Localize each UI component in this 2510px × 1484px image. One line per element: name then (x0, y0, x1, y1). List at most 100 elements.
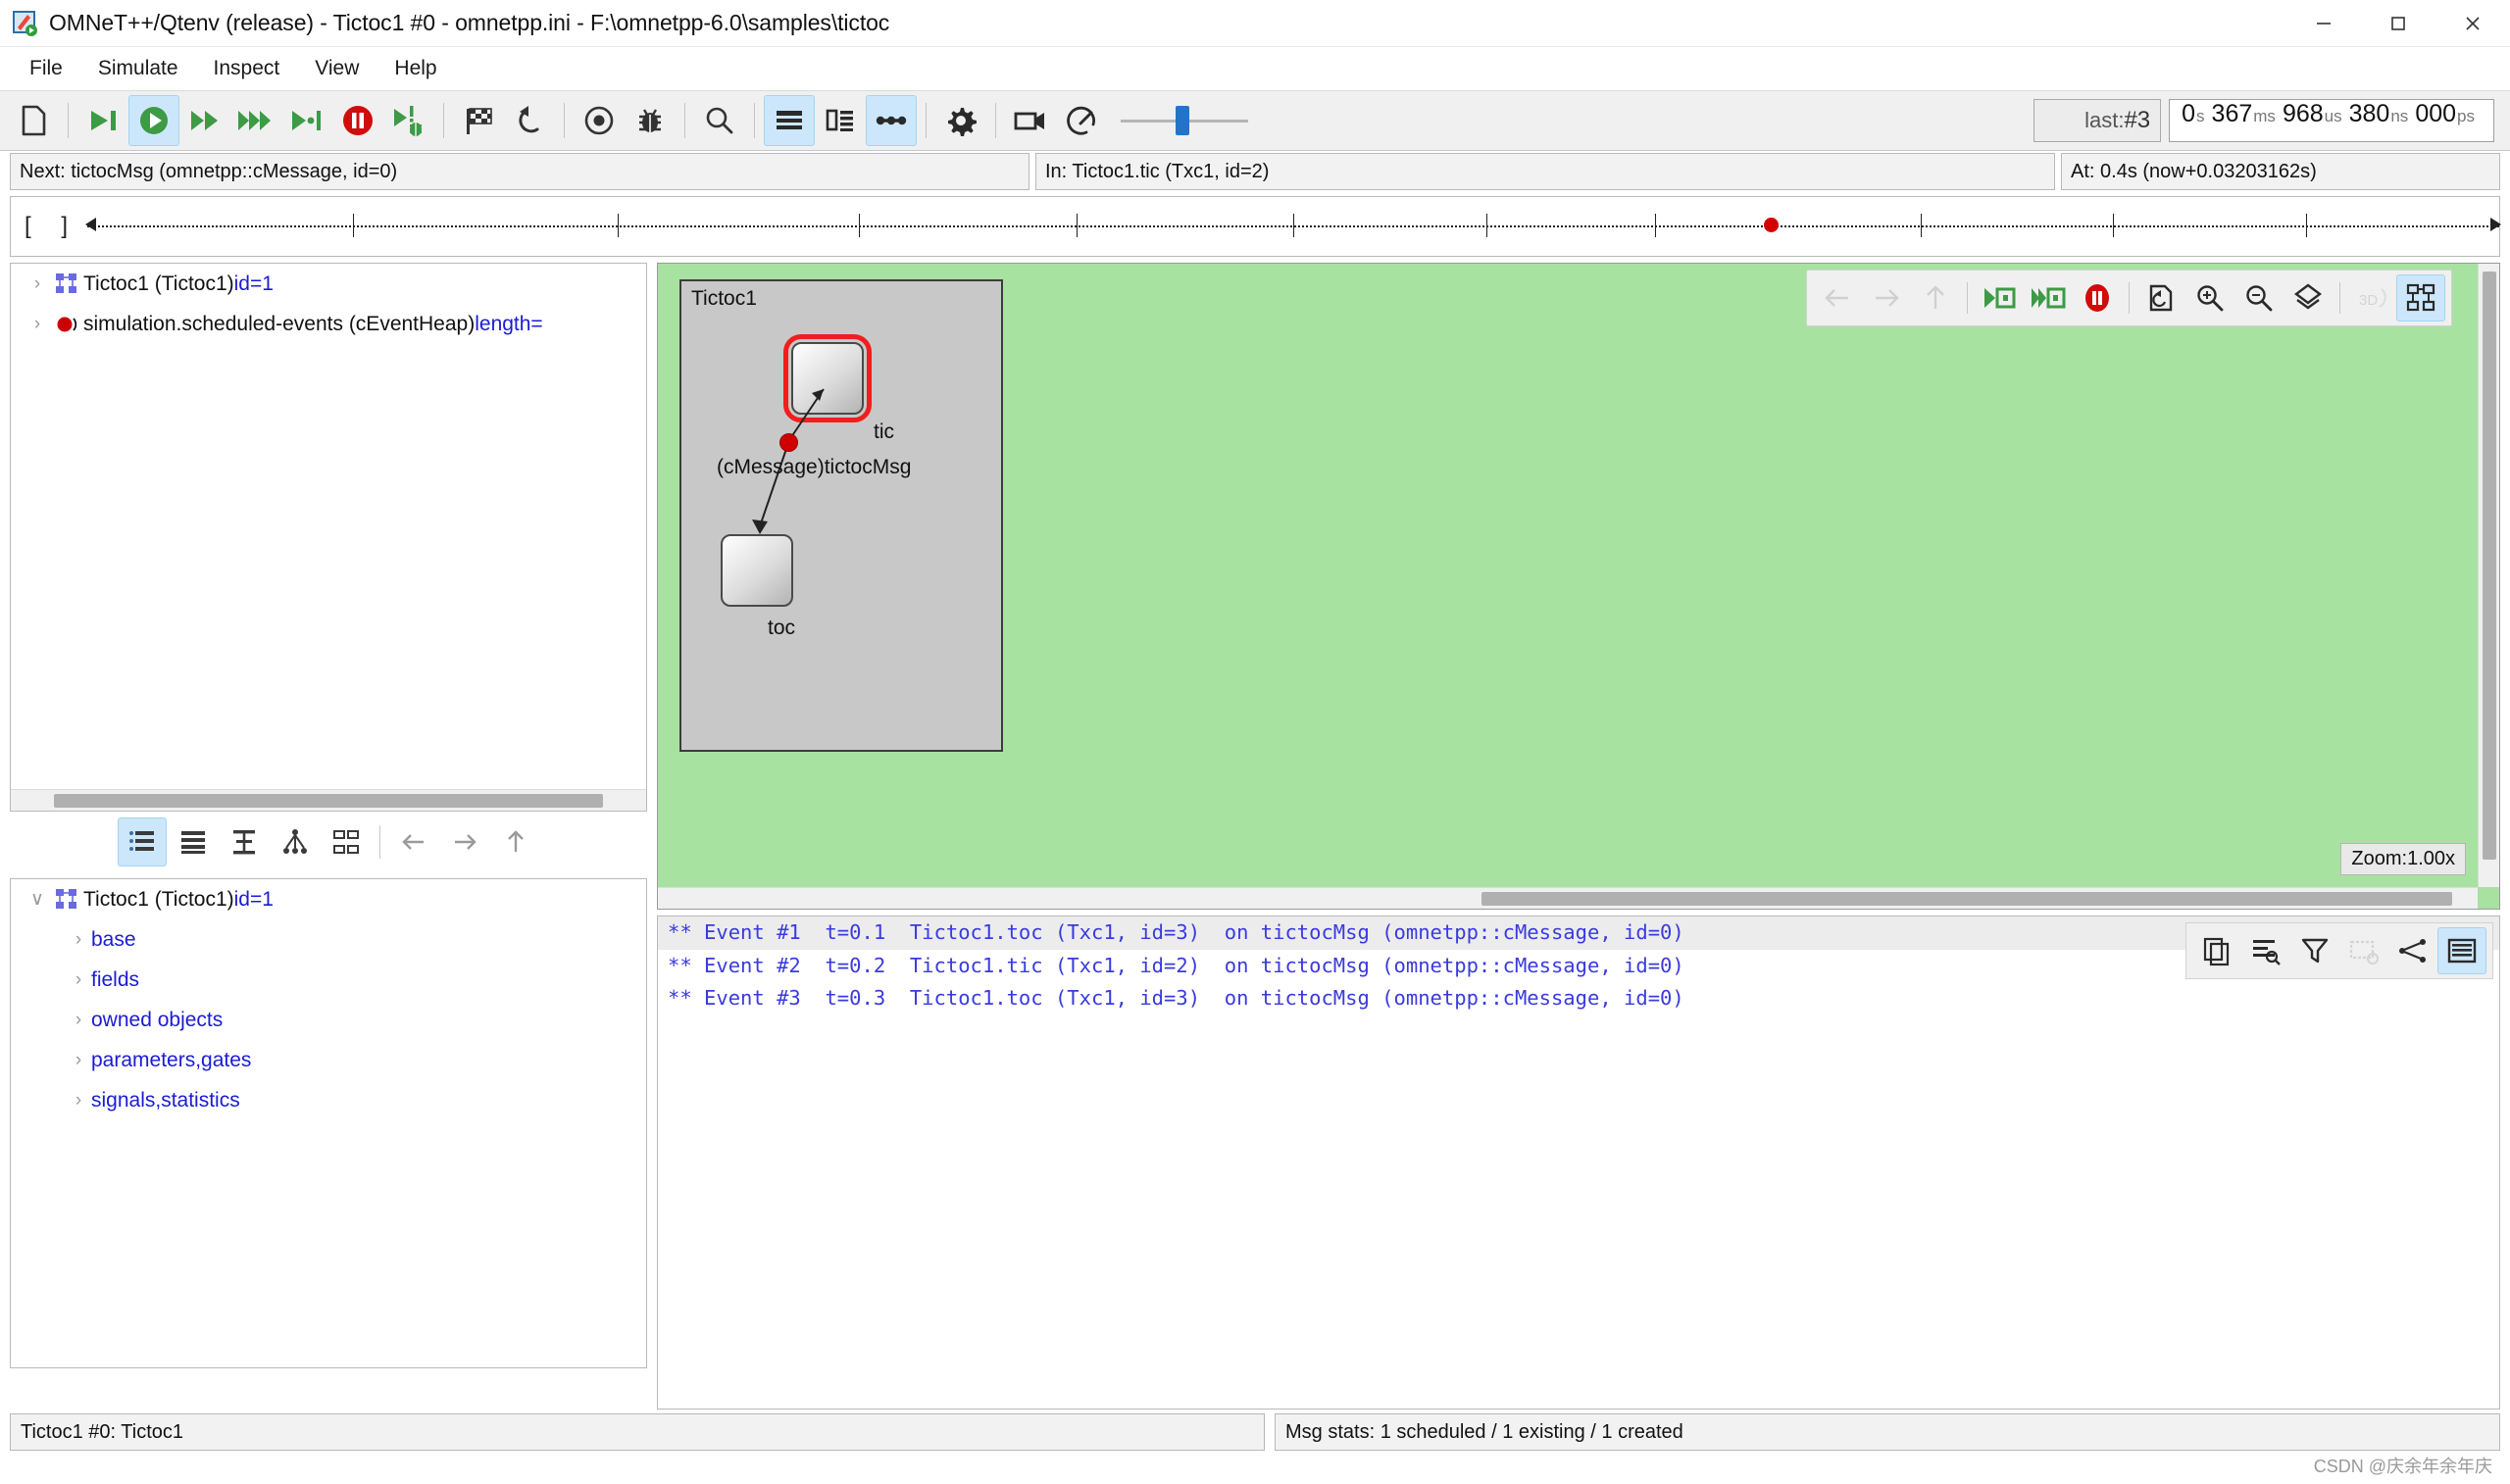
chevron-right-icon[interactable]: › (66, 969, 91, 991)
nav-up-icon[interactable] (491, 817, 540, 866)
canvas-back-icon[interactable] (1813, 274, 1862, 322)
filter-icon[interactable] (2290, 927, 2339, 974)
canvas-stop-icon[interactable] (2073, 274, 2122, 322)
fast-run-icon[interactable] (179, 95, 230, 146)
object-tree-panel[interactable]: › Tictoc1 (Tictoc1) id=1 › (10, 263, 647, 812)
timeline-tick (353, 214, 354, 237)
stop-icon[interactable] (332, 95, 383, 146)
detail-tree-root-id: id=1 (234, 888, 274, 912)
object-tree-hscrollbar[interactable] (11, 789, 646, 811)
toolbar-separator (684, 103, 685, 138)
timeline-toggle-icon[interactable] (866, 95, 917, 146)
debug-next-event-icon[interactable] (383, 95, 434, 146)
record-icon[interactable] (574, 95, 625, 146)
chevron-right-icon[interactable]: › (25, 314, 50, 335)
tree-row-length: length= (475, 313, 542, 336)
run-until-icon[interactable] (281, 95, 332, 146)
close-button[interactable] (2435, 0, 2510, 47)
detail-tree-item-parameters-gates[interactable]: › parameters,gates (11, 1040, 646, 1080)
split-view-icon[interactable] (815, 95, 866, 146)
flat-list-icon[interactable] (118, 817, 167, 866)
nav-forward-icon[interactable] (440, 817, 489, 866)
children-tree-icon[interactable] (271, 817, 320, 866)
network-module-icon (50, 887, 83, 913)
find-icon[interactable] (694, 95, 745, 146)
menu-file[interactable]: File (14, 53, 78, 84)
log-line: ** Event #3 t=0.3 Tictoc1.toc (Txc1, id=… (658, 982, 2499, 1015)
simtime-us-unit: us (2325, 107, 2342, 126)
module-tree-icon[interactable] (322, 817, 371, 866)
scrollbar-thumb[interactable] (54, 794, 603, 808)
canvas-layers-icon[interactable] (2284, 274, 2333, 322)
scrollbar-thumb[interactable] (2483, 272, 2496, 860)
run-icon[interactable] (128, 95, 179, 146)
menu-inspect[interactable]: Inspect (198, 53, 296, 84)
rebuild-icon[interactable] (504, 95, 555, 146)
nav-back-icon[interactable] (389, 817, 438, 866)
canvas-hscrollbar[interactable] (658, 887, 2478, 909)
canvas-3d-icon[interactable]: 3D (2347, 274, 2396, 322)
log-toolbar (2185, 922, 2493, 979)
detail-tree-panel[interactable]: ∨ Tictoc1 (Tictoc1) id=1 › (10, 878, 647, 1368)
detail-tree-item-signals-statistics[interactable]: › signals,statistics (11, 1080, 646, 1120)
chevron-right-icon[interactable]: › (66, 1010, 91, 1031)
simtime-us-value: 968 (2283, 100, 2324, 128)
find-text-icon[interactable] (2241, 927, 2290, 974)
timeline-event-marker[interactable] (1764, 218, 1779, 232)
express-run-icon[interactable] (230, 95, 281, 146)
chevron-down-icon[interactable]: ∨ (25, 888, 50, 911)
chevron-right-icon[interactable]: › (66, 929, 91, 951)
tree-row[interactable]: › simulation.scheduled-events (cEventHea… (11, 304, 646, 344)
log-panel[interactable]: ** Event #1 t=0.1 Tictoc1.toc (Txc1, id=… (657, 915, 2500, 1410)
canvas-zoom-out-icon[interactable] (2234, 274, 2284, 322)
toolbar-separator (68, 103, 69, 138)
canvas-vscrollbar[interactable] (2478, 264, 2499, 887)
inheritance-tree-icon[interactable] (220, 817, 269, 866)
timeline-tick (618, 214, 619, 237)
finish-icon[interactable] (453, 95, 504, 146)
window-controls (2286, 0, 2510, 47)
log-mode-icon[interactable] (2437, 927, 2486, 974)
detail-tree-item-owned-objects[interactable]: › owned objects (11, 1000, 646, 1040)
configure-columns-icon[interactable] (2339, 927, 2388, 974)
detail-tree-root[interactable]: ∨ Tictoc1 (Tictoc1) id=1 (11, 879, 646, 919)
grouped-list-icon[interactable] (169, 817, 218, 866)
chevron-right-icon[interactable]: › (66, 1090, 91, 1112)
compound-module-box[interactable]: Tictoc1 tic toc (cMessage)tictocMsg (679, 279, 1003, 752)
toolbar-right-group: last: #3 0s 367ms 968us 380ns 000ps (2033, 99, 2502, 142)
copy-icon[interactable] (2192, 927, 2241, 974)
simtime-ns-value: 380 (2349, 100, 2390, 128)
animation-speed-slider[interactable] (1121, 95, 1248, 146)
timeline[interactable]: [ ] (10, 196, 2500, 257)
log-view-icon[interactable] (764, 95, 815, 146)
new-run-icon[interactable] (8, 95, 59, 146)
video-record-icon[interactable] (1005, 95, 1056, 146)
scrollbar-thumb[interactable] (1481, 892, 2452, 906)
chevron-right-icon[interactable]: › (66, 1050, 91, 1071)
bottom-status-right: Msg stats: 1 scheduled / 1 existing / 1 … (1275, 1413, 2500, 1451)
message-arrows-icon[interactable] (2388, 927, 2437, 974)
detail-tree-item-base[interactable]: › base (11, 919, 646, 960)
network-canvas[interactable]: Tictoc1 tic toc (cMessage)tictocMsg (657, 263, 2500, 910)
message-dot[interactable] (779, 433, 798, 452)
menu-help[interactable]: Help (378, 53, 452, 84)
canvas-zoom-in-icon[interactable] (2185, 274, 2234, 322)
tree-row[interactable]: › Tictoc1 (Tictoc1) id=1 (11, 264, 646, 304)
canvas-up-icon[interactable] (1911, 274, 1960, 322)
speed-gauge-icon[interactable] (1056, 95, 1107, 146)
maximize-button[interactable] (2361, 0, 2435, 47)
canvas-relayout-icon[interactable] (2136, 274, 2185, 322)
canvas-module-view-icon[interactable] (2396, 274, 2445, 322)
canvas-forward-icon[interactable] (1862, 274, 1911, 322)
detail-tree-item-fields[interactable]: › fields (11, 960, 646, 1000)
slider-thumb[interactable] (1176, 106, 1189, 135)
canvas-step-icon[interactable] (1975, 274, 2024, 322)
step-icon[interactable] (77, 95, 128, 146)
menu-simulate[interactable]: Simulate (82, 53, 194, 84)
chevron-right-icon[interactable]: › (25, 273, 50, 295)
canvas-fast-run-icon[interactable] (2024, 274, 2073, 322)
menu-view[interactable]: View (299, 53, 375, 84)
debug-icon[interactable] (625, 95, 676, 146)
preferences-icon[interactable] (935, 95, 986, 146)
minimize-button[interactable] (2286, 0, 2361, 47)
